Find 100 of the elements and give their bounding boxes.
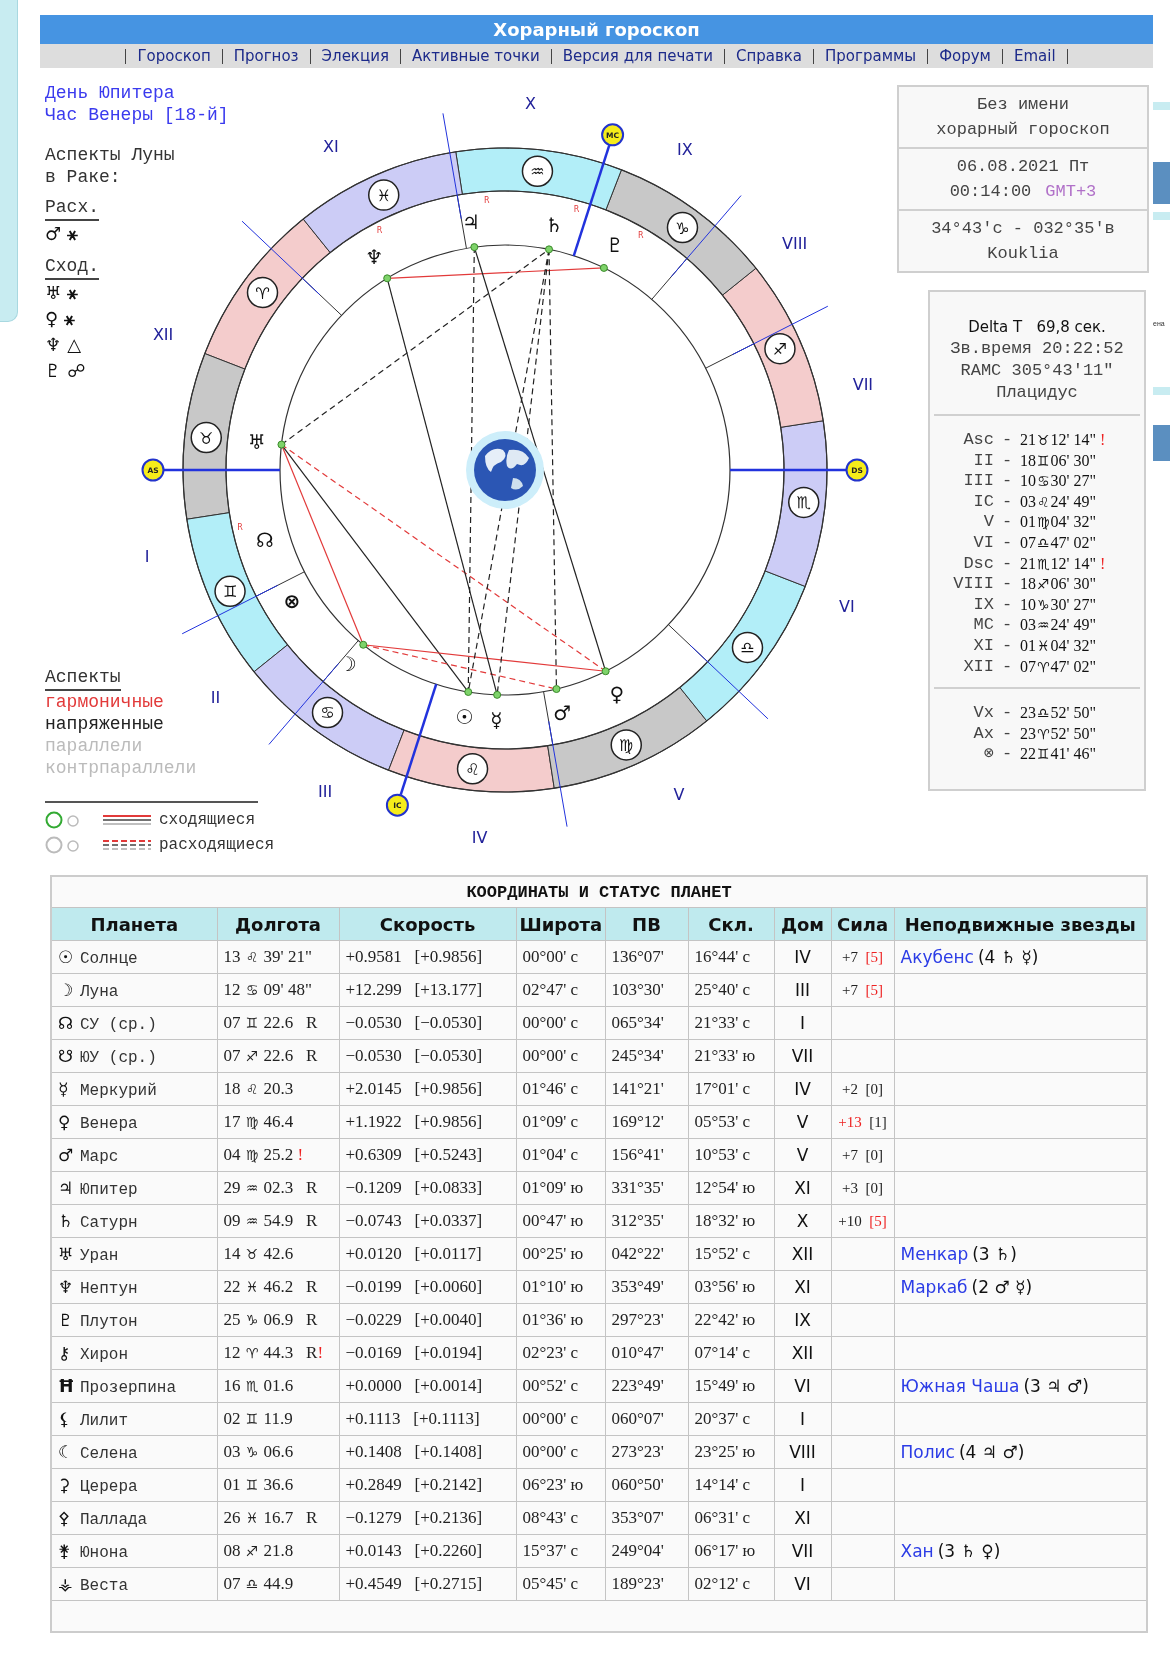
- table-cell: IX: [774, 1303, 831, 1337]
- table-cell: 01°10' ю: [516, 1270, 605, 1304]
- zodiac-sign: ♉: [190, 421, 222, 454]
- dash: -: [1000, 471, 1014, 492]
- table-cell: 05°45' с: [516, 1567, 605, 1601]
- planet-glyph: ♅: [45, 281, 62, 305]
- nav-link[interactable]: Программы: [813, 48, 928, 64]
- star-link[interactable]: Полис: [900, 1442, 955, 1462]
- planet-name: Прозерпина: [80, 1378, 176, 1397]
- table-cell: +7 [5]: [831, 973, 894, 1007]
- nav-link[interactable]: Версия для печати: [550, 48, 724, 64]
- nav-link[interactable]: Email: [1001, 48, 1068, 64]
- table-cell: 16 ♏ 01.6: [217, 1369, 339, 1403]
- planet-name: Церера: [80, 1477, 138, 1496]
- house-number: X: [524, 93, 536, 113]
- planet-name: СУ (ср.): [80, 1015, 157, 1034]
- column-header: Дом: [774, 907, 831, 941]
- table-cell: X: [774, 1204, 831, 1238]
- table-cell: 312°35': [605, 1204, 688, 1238]
- table-cell: 00°00' с: [516, 1435, 605, 1469]
- planet-glyph: ♀: [45, 307, 59, 331]
- cusp-name: ⊗: [982, 744, 994, 765]
- table-cell: −0.0199 [+0.0060]: [339, 1270, 516, 1304]
- table-cell: −0.0530 [−0.0530]: [339, 1006, 516, 1040]
- star-link[interactable]: Менкар: [900, 1244, 969, 1264]
- table-cell: +0.1113 [+0.1113]: [339, 1402, 516, 1436]
- nav-link[interactable]: Активные точки: [399, 48, 551, 64]
- planet-glyph: ♂: [45, 222, 62, 246]
- table-cell: −0.1279 [+0.2136]: [339, 1501, 516, 1535]
- planet-glyph: ♅: [247, 429, 266, 454]
- column-header: Сила: [831, 907, 894, 941]
- legend-label: параллели: [45, 735, 143, 757]
- table-cell: 21°33' с: [688, 1006, 774, 1040]
- nav-link[interactable]: Гороскоп: [125, 48, 222, 64]
- planet-name: Селена: [80, 1444, 138, 1463]
- table-cell: +13 [1]: [831, 1105, 894, 1139]
- planet-glyph: ♅: [58, 1243, 75, 1264]
- chart-time: 00:14:00: [949, 182, 1032, 201]
- star-link[interactable]: Маркаб: [900, 1277, 968, 1297]
- table-cell: 03°56' ю: [688, 1270, 774, 1304]
- dash: -: [1000, 594, 1014, 616]
- day-ruler: День Юпитера: [45, 82, 175, 104]
- table-cell: 25°40' с: [688, 973, 774, 1007]
- table-cell: +0.2849 [+0.2142]: [339, 1468, 516, 1502]
- side-panel: [1153, 425, 1170, 461]
- column-header: Долгота: [217, 907, 339, 941]
- table-cell: +1.1922 [+0.9856]: [339, 1105, 516, 1139]
- star-note: (4 ♃ ♂): [958, 1442, 1025, 1462]
- planet-name: Юнона: [80, 1543, 128, 1562]
- star-link[interactable]: Акубенс: [900, 947, 974, 967]
- planet-glyph: ♀: [609, 681, 625, 706]
- table-cell: 15°37' с: [516, 1534, 605, 1568]
- aspect-point: [599, 263, 608, 272]
- aspect-glyph: ⚹: [67, 281, 79, 305]
- chart-date: 06.08.2021 Пт: [955, 156, 1091, 178]
- table-cell: +0.1408 [+0.1408]: [339, 1435, 516, 1469]
- zodiac-sign: ♏: [788, 486, 820, 519]
- house-number: II: [210, 688, 221, 708]
- nav-link[interactable]: Форум: [927, 48, 1002, 64]
- planet-glyph: ♄: [544, 212, 563, 237]
- table-cell: 25 ♑ 06.9 R: [217, 1303, 339, 1337]
- planet-name: Плутон: [80, 1312, 138, 1331]
- table-cell: +0.0000 [+0.0014]: [339, 1369, 516, 1403]
- house-number: XI: [323, 136, 339, 156]
- table-cell: V: [774, 1138, 831, 1172]
- table-cell: VII: [774, 1534, 831, 1568]
- table-cell: +10 [5]: [831, 1204, 894, 1238]
- nav-link[interactable]: Прогноз: [221, 48, 310, 64]
- table-cell: VIII: [774, 1435, 831, 1469]
- column-header: Широта: [516, 907, 605, 941]
- dash: -: [1000, 532, 1014, 554]
- table-cell: 06°23' ю: [516, 1468, 605, 1502]
- house-number: V: [673, 785, 685, 805]
- table-cell: 103°30': [605, 973, 688, 1007]
- star-link[interactable]: Хан: [900, 1541, 934, 1561]
- table-cell: 13 ♌ 39' 21": [217, 940, 339, 974]
- table-cell: 01°09' ю: [516, 1171, 605, 1205]
- planet-glyph: Ħ: [58, 1375, 76, 1396]
- planet-name: ЮУ (ср.): [80, 1048, 157, 1067]
- aspect-glyph: ⚹: [64, 307, 76, 331]
- column-header: Скл.: [688, 907, 774, 941]
- cusp-value: 21♉12' 14" !: [1020, 430, 1107, 450]
- nav-link[interactable]: Элекция: [309, 48, 400, 64]
- table-cell: 00°25' ю: [516, 1237, 605, 1271]
- table-cell: 156°41': [605, 1138, 688, 1172]
- table-cell: 141°21': [605, 1072, 688, 1106]
- star-link[interactable]: Южная Чаша: [900, 1376, 1020, 1396]
- table-cell: 20°37' с: [688, 1402, 774, 1436]
- nav-link[interactable]: Справка: [723, 48, 814, 64]
- planet-name: Лилит: [80, 1411, 128, 1430]
- planet-glyph: ♇: [58, 1309, 75, 1330]
- cusp-name: XII: [962, 656, 994, 678]
- table-cell: I: [774, 1006, 831, 1040]
- cusp-value: 03♌24' 49": [1020, 491, 1097, 512]
- place-name: Kouklia: [986, 243, 1060, 265]
- table-cell: 223°49': [605, 1369, 688, 1403]
- cusp-value: 07♈47' 02": [1020, 656, 1097, 677]
- house-number: VIII: [782, 233, 808, 253]
- cusp-value: 01♓04' 32": [1020, 635, 1097, 656]
- cusp-name: V: [982, 512, 994, 533]
